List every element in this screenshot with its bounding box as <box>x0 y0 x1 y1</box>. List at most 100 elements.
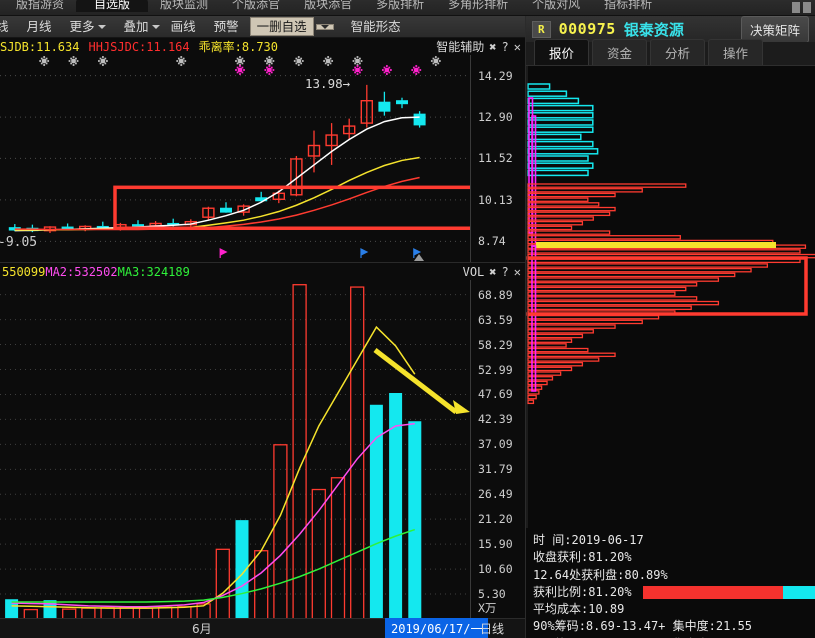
right-panel-tabs: 报价 资金 分析 操作 <box>526 39 815 66</box>
smart-assist-label[interactable]: 智能辅助 <box>436 38 484 55</box>
toolbar-item-4[interactable]: 画线 <box>162 16 205 37</box>
info-close-profit-row: 收盘获利:81.20% <box>533 550 632 565</box>
profit-ratio-bar <box>643 585 815 599</box>
selected-date-label: 2019/06/17/一 <box>385 618 489 638</box>
candlestick-plot[interactable]: 13.98→ -9.05 <box>0 55 470 262</box>
info-at-price-value: 80.89% <box>624 567 668 582</box>
chip-distribution-chart[interactable] <box>526 66 815 528</box>
info-chip90-row: 90%筹码:8.69-13.47+ 集中度:21.55 <box>533 619 753 634</box>
info-chip90-conc-value: 21.55 <box>715 619 753 634</box>
price-tick-3: 10.13 <box>478 192 513 207</box>
info-ratio-value: 81.20% <box>588 584 632 599</box>
close-icon[interactable]: ✕ <box>514 265 521 279</box>
chevron-down-icon <box>151 24 160 29</box>
volume-y-axis: 68.89 63.59 58.29 52.99 47.69 42.39 37.09 31.79… <box>470 280 525 619</box>
gear-icon[interactable]: ✖ <box>489 40 496 54</box>
info-at-price-label: 12.64处获利盘 <box>533 567 618 582</box>
price-chart-pane: SJDB:11.634 HHJSJDC:11.164 乖离率:8.730 智能辅助 … <box>0 38 525 262</box>
info-chip90-conc-label: 集中度 <box>672 619 709 634</box>
price-tick-0: 14.29 <box>478 68 513 83</box>
top-tab-5[interactable]: 多版排析 <box>364 0 436 12</box>
toolbar-item-label: 月线 <box>26 18 52 34</box>
profit-ratio-fill <box>643 585 783 599</box>
delete-watchlist-button[interactable]: 一删自选 <box>249 17 314 36</box>
right-tab-报价[interactable]: 报价 <box>534 39 590 65</box>
right-tab-资金[interactable]: 资金 <box>592 39 648 65</box>
right-tab-操作[interactable]: 操作 <box>708 39 764 65</box>
toolbar-item-3[interactable]: 叠加 <box>115 16 162 37</box>
top-tab-2[interactable]: 版块监测 <box>148 0 220 12</box>
price-tick-2: 11.52 <box>478 151 513 166</box>
indicator-value-1: MA2:532502 <box>45 264 118 279</box>
close-icon[interactable]: ✕ <box>514 40 521 54</box>
info-time-row: 时 间:2019-06-17 <box>533 533 644 547</box>
volume-title: VOL <box>462 264 485 279</box>
info-chip90-label: 90%筹码 <box>533 619 579 634</box>
volume-indicator-header: 550099 MA2:532502 MA3:324189 VOL ✖ ? ✕ <box>0 263 525 280</box>
toolbar-item-0[interactable]: 线 <box>0 16 18 37</box>
indicator-value-1: HHJSJDC:11.164 <box>88 39 190 54</box>
stock-code: 000975 <box>558 20 616 38</box>
volume-unit-label: X万 <box>478 601 497 616</box>
watchlist-dropdown-button[interactable] <box>315 23 334 30</box>
volume-tick-9: 21.20 <box>478 512 513 527</box>
indicator-value-2: 乖离率:8.730 <box>198 40 278 54</box>
toolbar-item-label: 叠加 <box>123 18 149 34</box>
top-tab-strip: 版指游资 自选版 版块监测 个版添官 版块添官 多版排析 多角形排析 个版对风 指标排析 <box>0 0 815 16</box>
volume-indicator-values: 550099 MA2:532502 MA3:324189 <box>0 265 190 279</box>
chip-distribution-svg <box>526 66 815 528</box>
maximize-icon[interactable] <box>803 2 811 13</box>
volume-tick-3: 52.99 <box>478 362 513 377</box>
toolbar-item-label: 预警 <box>213 18 239 34</box>
toolbar-items: 线 月线 更多 叠加 画线 预警 <box>0 16 248 37</box>
volume-svg <box>0 284 470 619</box>
top-tab-7[interactable]: 个版对风 <box>520 0 592 12</box>
svg-text:-9.05: -9.05 <box>0 235 37 250</box>
volume-tick-8: 26.49 <box>478 487 513 502</box>
toolbar-item-1[interactable]: 月线 <box>18 16 61 37</box>
period-label[interactable]: 日线 <box>480 620 504 637</box>
volume-header-controls: VOL ✖ ? ✕ <box>463 265 525 279</box>
volume-tick-2: 58.29 <box>478 337 513 352</box>
info-avg-cost-label: 平均成本 <box>533 602 582 617</box>
top-tab-8[interactable]: 指标排析 <box>592 0 664 12</box>
svg-text:13.98→: 13.98→ <box>305 76 351 91</box>
top-tab-3[interactable]: 个版添官 <box>220 0 292 12</box>
right-tab-分析[interactable]: 分析 <box>650 39 706 65</box>
minimize-icon[interactable] <box>792 2 800 13</box>
toolbar-item-5[interactable]: 预警 <box>205 16 248 37</box>
top-tab-1[interactable]: 自选版 <box>76 0 149 12</box>
help-icon[interactable]: ? <box>502 265 509 279</box>
volume-tick-0: 68.89 <box>478 287 513 302</box>
price-tick-1: 12.90 <box>478 110 513 125</box>
top-tab-4[interactable]: 版块添官 <box>292 0 364 12</box>
top-tab-0[interactable]: 版指游资 <box>4 0 76 12</box>
indicator-value-2: MA3:324189 <box>117 264 190 279</box>
volume-chart-pane: 550099 MA2:532502 MA3:324189 VOL ✖ ? ✕ 68.… <box>0 262 525 619</box>
toolbar-item-label: 更多 <box>69 18 95 34</box>
stock-name: 银泰资源 <box>623 20 684 39</box>
info-time-label: 时 间 <box>533 533 565 547</box>
chevron-down-icon <box>320 24 329 29</box>
info-ratio-label: 获利比例 <box>533 584 582 599</box>
smart-pattern-button[interactable]: 智能形态 <box>342 16 410 37</box>
volume-plot[interactable] <box>0 280 470 619</box>
gear-icon[interactable]: ✖ <box>489 265 496 279</box>
volume-tick-4: 47.69 <box>478 387 513 402</box>
chart-status-bar: 6月 2019/06/17/一 日线 <box>0 618 525 638</box>
chip-info-panel: 时 间:2019-06-17 收盘获利:81.20% 12.64处获利盘:80.… <box>526 528 815 638</box>
toolbar-item-label: 线 <box>0 16 9 37</box>
x-axis-month-label: 6月 <box>192 622 212 636</box>
volume-tick-7: 31.79 <box>478 462 513 477</box>
indicator-value-0: 550099 <box>2 264 46 279</box>
info-avg-cost-value: 10.89 <box>588 602 625 617</box>
volume-tick-12: 5.30 <box>478 587 506 602</box>
info-at-price-row: 12.64处获利盘:80.89% <box>533 567 668 582</box>
help-icon[interactable]: ? <box>502 40 509 54</box>
toolbar-item-2[interactable]: 更多 <box>61 16 115 37</box>
candlestick-svg: 13.98→ -9.05 <box>0 56 470 261</box>
volume-tick-11: 10.60 <box>478 562 513 577</box>
window-controls[interactable] <box>792 2 811 13</box>
price-header-controls: 智能辅助 ✖ ? ✕ <box>436 38 525 55</box>
top-tab-6[interactable]: 多角形排析 <box>436 0 520 12</box>
